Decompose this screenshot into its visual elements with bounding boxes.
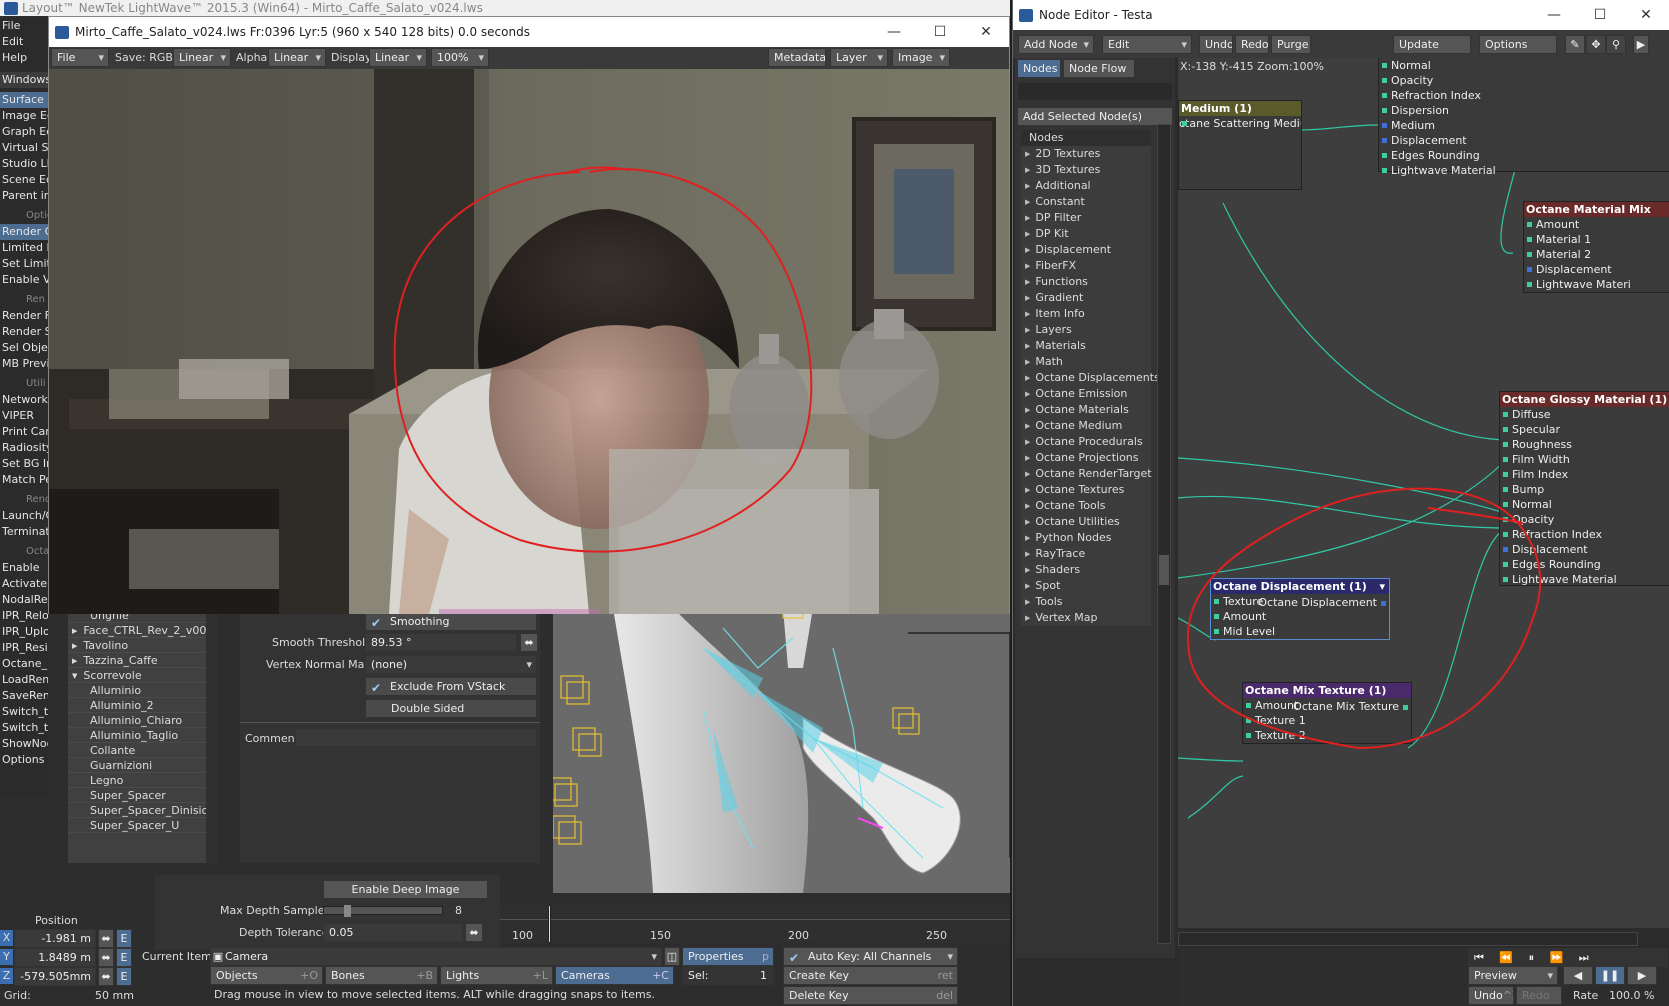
node-category-layers[interactable]: Layers: [1021, 322, 1151, 338]
node-category-spot[interactable]: Spot: [1021, 578, 1151, 594]
node-category-octane-projections[interactable]: Octane Projections: [1021, 450, 1151, 466]
node-list-scroll-thumb[interactable]: [1159, 555, 1169, 585]
node-category-math[interactable]: Math: [1021, 354, 1151, 370]
node-editor-icon: [1019, 8, 1033, 22]
node-category-raytrace[interactable]: RayTrace: [1021, 546, 1151, 562]
node-category-dp-filter[interactable]: DP Filter: [1021, 210, 1151, 226]
node-library-panel: Nodes Node Flow Add Selected Node(s) Nod…: [1015, 58, 1175, 958]
node-category-list: Nodes 2D Textures3D TexturesAdditionalCo…: [1021, 130, 1160, 626]
node-category-octane-materials[interactable]: Octane Materials: [1021, 402, 1151, 418]
node-category-octane-displacements[interactable]: Octane Displacements: [1021, 370, 1160, 386]
rate-value: 100.0 %: [1609, 989, 1655, 1002]
node-editor-minimize-button[interactable]: —: [1531, 7, 1577, 23]
update-button[interactable]: Update: [1393, 35, 1471, 54]
node-category-fiberfx[interactable]: FiberFX: [1021, 258, 1151, 274]
preview-select[interactable]: Preview: [1468, 966, 1558, 985]
tab-nodes[interactable]: Nodes: [1017, 59, 1061, 78]
options-button[interactable]: Options: [1479, 35, 1557, 54]
node-editor-titlebar: Node Editor - Testa — ☐ ✕: [1013, 0, 1669, 30]
undo-bottom-button[interactable]: Undo^Z: [1468, 986, 1514, 1005]
node-category-octane-procedurals[interactable]: Octane Procedurals: [1021, 434, 1151, 450]
node-category-additional[interactable]: Additional: [1021, 178, 1151, 194]
node-editor-maximize-button[interactable]: ☐: [1577, 7, 1623, 23]
pencil-tool-icon[interactable]: ✎: [1565, 35, 1585, 54]
redo-bottom-button[interactable]: Redo: [1516, 986, 1562, 1005]
add-selected-nodes-button[interactable]: Add Selected Node(s): [1017, 107, 1173, 126]
purge-button[interactable]: Purge: [1271, 35, 1311, 54]
node-category-tools[interactable]: Tools: [1021, 594, 1151, 610]
node-category-shaders[interactable]: Shaders: [1021, 562, 1151, 578]
rate-label: Rate: [1573, 989, 1599, 1002]
pause-button[interactable]: ❚❚: [1595, 966, 1625, 985]
node-category-item-info[interactable]: Item Info: [1021, 306, 1151, 322]
add-node-menu[interactable]: Add Node: [1018, 35, 1094, 54]
node-category-2d-textures[interactable]: 2D Textures: [1021, 146, 1151, 162]
undo-button[interactable]: Undo: [1199, 35, 1233, 54]
node-editor-horizontal-scrollbar[interactable]: [1178, 932, 1638, 946]
node-editor-window: Node Editor - Testa — ☐ ✕ Add Node Edit …: [1012, 0, 1669, 1006]
play-forward-button[interactable]: ▶: [1627, 966, 1657, 985]
node-category-python-nodes[interactable]: Python Nodes: [1021, 530, 1151, 546]
node-editor-toolbar: Add Node Edit Undo Redo Purge Update Opt…: [1013, 30, 1669, 58]
node-category-octane-tools[interactable]: Octane Tools: [1021, 498, 1151, 514]
node-category-functions[interactable]: Functions: [1021, 274, 1151, 290]
playback-controls[interactable]: ⏮ ⏪ ⏸ ⏩ ⏭: [1468, 948, 1668, 967]
node-category-dp-kit[interactable]: DP Kit: [1021, 226, 1151, 242]
undo-bottom-shortcut: ^Z: [1502, 989, 1513, 1002]
redo-button[interactable]: Redo: [1235, 35, 1269, 54]
node-category-3d-textures[interactable]: 3D Textures: [1021, 162, 1151, 178]
node-editor-close-button[interactable]: ✕: [1623, 7, 1669, 23]
nodes-list-header: Nodes: [1021, 130, 1151, 146]
node-category-octane-utilities[interactable]: Octane Utilities: [1021, 514, 1151, 530]
undo-bottom-label: Undo: [1474, 989, 1503, 1002]
node-category-constant[interactable]: Constant: [1021, 194, 1151, 210]
node-canvas[interactable]: X:-138 Y:-415 Zoom:100% Medium (1) ctane…: [1178, 58, 1669, 928]
node-list-scrollbar[interactable]: [1157, 124, 1171, 944]
zoom-tool-icon[interactable]: ⚲: [1606, 35, 1626, 54]
node-category-octane-emission[interactable]: Octane Emission: [1021, 386, 1151, 402]
node-category-octane-medium[interactable]: Octane Medium: [1021, 418, 1151, 434]
node-category-octane-textures[interactable]: Octane Textures: [1021, 482, 1151, 498]
tab-node-flow[interactable]: Node Flow: [1063, 59, 1135, 78]
node-category-octane-rendertarget[interactable]: Octane RenderTarget: [1021, 466, 1152, 482]
node-category-vertex-map[interactable]: Vertex Map: [1021, 610, 1151, 626]
node-search-input[interactable]: [1017, 82, 1173, 101]
annotation-circle-nodes: [1186, 487, 1542, 750]
node-category-gradient[interactable]: Gradient: [1021, 290, 1151, 306]
edit-menu[interactable]: Edit: [1102, 35, 1192, 54]
expand-arrow-icon[interactable]: ▶: [1633, 35, 1649, 54]
node-editor-title: Node Editor - Testa: [1039, 8, 1153, 22]
node-category-materials[interactable]: Materials: [1021, 338, 1151, 354]
node-category-displacement[interactable]: Displacement: [1021, 242, 1151, 258]
play-reverse-button[interactable]: ◀: [1563, 966, 1593, 985]
pan-tool-icon[interactable]: ✥: [1586, 35, 1606, 54]
